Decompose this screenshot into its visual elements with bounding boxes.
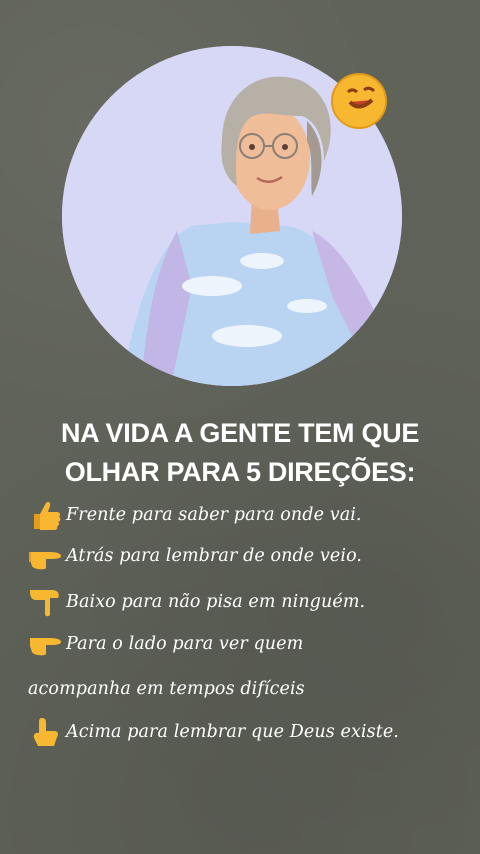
list-item-up: Acima para lembrar que Deus existe. [28,715,399,749]
heading-line-1: NA VIDA A GENTE TEM QUE [60,418,420,448]
pointing-down-hand-icon [28,586,62,618]
pointing-right-hand-icon [28,540,62,572]
list-item-back: Atrás para lembrar de onde veio. [28,539,362,573]
list-item-down: Baixo para não pisa em ninguém. [28,585,365,619]
pointing-right-hand-icon [28,628,62,660]
list-item-label: acompanha em tempos difíceis [28,679,305,699]
list-item-label: Acima para lembrar que Deus existe. [66,722,399,742]
list-item-label: Atrás para lembrar de onde veio. [66,546,363,566]
list-item-side-continued: acompanha em tempos difíceis [28,672,305,706]
list-item-label: Frente para saber para onde vai. [66,505,362,525]
list-item-label: Baixo para não pisa em ninguém. [66,592,366,612]
list-item-front: Frente para saber para onde vai. [28,498,362,532]
list-item-label: Para o lado para ver quem [66,634,304,654]
list-item-side: Para o lado para ver quem [28,627,303,661]
heading-line-2: OLHAR PARA 5 DIREÇÕES: [64,457,416,487]
smiling-face-icon [330,72,388,130]
thumbs-up-icon [28,499,62,531]
pointing-up-hand-icon [28,716,62,748]
profile-avatar [62,46,412,386]
